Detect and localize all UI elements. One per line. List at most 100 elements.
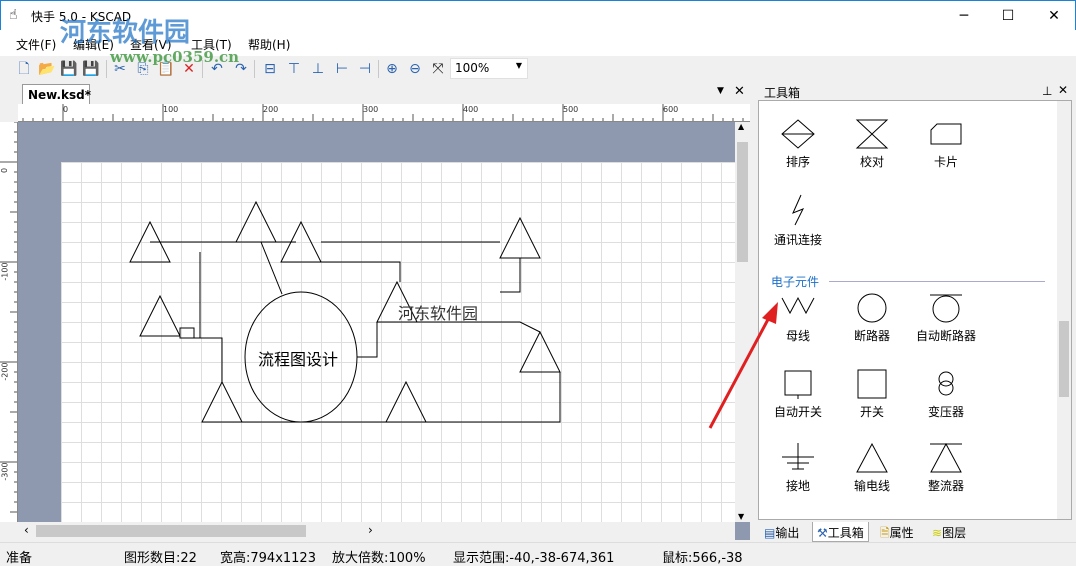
diagram[interactable]: [18, 122, 735, 522]
connector-line: [179, 252, 201, 339]
tab-list-icon[interactable]: ▼: [717, 86, 724, 96]
close-panel-icon[interactable]: ✕: [1058, 83, 1068, 97]
ruler-label: 600: [663, 105, 679, 114]
zoom-value: 100%: [455, 61, 490, 75]
tool-transformer[interactable]: 变压器: [911, 369, 981, 420]
tab-label: 工具箱: [827, 526, 864, 540]
drawing-canvas[interactable]: 流程图设计 河东软件园: [18, 122, 735, 522]
fit-icon[interactable]: ⤧: [428, 59, 448, 79]
layers-icon: ≋: [932, 526, 943, 540]
align-left-icon[interactable]: ⊢: [332, 59, 352, 79]
menu-file[interactable]: 文件(F): [16, 36, 56, 53]
tool-card[interactable]: 卡片: [911, 119, 981, 170]
tool-switch[interactable]: 开关: [837, 369, 907, 420]
tool-label: 卡片: [933, 155, 958, 169]
close-button[interactable]: ✕: [1031, 1, 1076, 31]
status-zoom: 放大倍数:100%: [332, 551, 426, 566]
scroll-thumb[interactable]: [737, 142, 748, 262]
tool-label: 接地: [785, 479, 810, 493]
tab-label: 输出: [775, 526, 800, 540]
minimize-button[interactable]: ─: [941, 1, 987, 31]
panel-title: 工具箱: [764, 86, 801, 100]
scroll-right-icon[interactable]: ›: [368, 523, 373, 537]
tab-new-ksd[interactable]: New.ksd*: [22, 84, 91, 104]
ellipse-label[interactable]: 流程图设计: [258, 346, 338, 370]
horizontal-scrollbar[interactable]: ‹ ›: [18, 522, 735, 540]
tab-toolbox[interactable]: ⚒工具箱: [812, 522, 869, 542]
align-top-icon[interactable]: ⊤: [284, 59, 304, 79]
tool-label: 断路器: [853, 329, 890, 343]
separator: [254, 60, 255, 78]
output-icon: ▤: [764, 526, 776, 540]
zoom-out-icon[interactable]: ⊖: [405, 59, 425, 79]
ruler-label: 300: [363, 105, 379, 114]
scroll-thumb[interactable]: [36, 525, 306, 537]
ruler-label: 500: [563, 105, 579, 114]
tool-breaker[interactable]: 断路器: [837, 293, 907, 344]
watermark-url: www.pc0359.cn: [110, 48, 240, 66]
save-all-icon[interactable]: 💾: [81, 59, 101, 79]
ruler-label: 100: [163, 105, 179, 114]
tool-label: 整流器: [927, 479, 964, 493]
zoom-select[interactable]: 100% ▼: [450, 58, 528, 79]
tab-properties[interactable]: 🗎属性: [876, 522, 918, 542]
new-icon[interactable]: 🗋: [14, 59, 34, 79]
tool-label: 排序: [785, 155, 810, 169]
menu-help[interactable]: 帮助(H): [248, 36, 290, 53]
watermark-logo: 河东软件园: [60, 18, 191, 48]
connector-line: [202, 372, 561, 423]
panel-tabs: ▤输出 ⚒工具箱 🗎属性 ≋图层: [758, 522, 1072, 542]
tool-auto-breaker[interactable]: 自动断路器: [911, 293, 981, 344]
tab-layers[interactable]: ≋图层: [928, 522, 970, 542]
save-icon[interactable]: 💾: [59, 59, 79, 79]
ruler-label: -200: [0, 362, 10, 381]
vertical-ruler: 0 -100 -200 -300: [0, 122, 18, 522]
status-size: 宽高:794x1123: [220, 551, 316, 566]
separator: [378, 60, 379, 78]
tool-label: 开关: [859, 405, 884, 419]
ruler-ticks: [22, 104, 744, 121]
status-bar: 准备 图形数目:22 宽高:794x1123 放大倍数:100% 显示范围:-4…: [0, 542, 1076, 566]
tool-label: 自动断路器: [915, 329, 976, 343]
scroll-down-icon[interactable]: ▼: [738, 512, 744, 521]
ruler-label: 0: [63, 105, 69, 114]
ruler-label: 0: [0, 167, 10, 174]
tool-rectifier[interactable]: 整流器: [911, 443, 981, 494]
section-divider: [829, 281, 1045, 282]
tab-output[interactable]: ▤输出: [760, 522, 803, 542]
align-bottom-icon[interactable]: ⊥: [308, 59, 328, 79]
separator: [106, 60, 107, 78]
tool-label: 校对: [859, 155, 884, 169]
triangle-shape: [201, 380, 243, 423]
tool-collate[interactable]: 校对: [837, 119, 907, 170]
maximize-button[interactable]: ☐: [985, 1, 1031, 31]
close-doc-icon[interactable]: ✕: [734, 84, 745, 99]
text-label[interactable]: 河东软件园: [398, 300, 478, 324]
toolbox-panel: 排序 校对 卡片 通讯连接 电子元件 母线 断路器 自动断路器 自动开关 开关 …: [758, 100, 1072, 520]
pin-icon[interactable]: ⊥: [1042, 84, 1052, 98]
tool-sort[interactable]: 排序: [763, 119, 833, 170]
tool-comm-link[interactable]: 通讯连接: [763, 193, 833, 248]
connector-line: [260, 241, 283, 295]
scroll-up-icon[interactable]: ▲: [738, 122, 744, 131]
scroll-thumb[interactable]: [1059, 321, 1069, 397]
red-arrow-annotation: [708, 302, 778, 429]
scroll-left-icon[interactable]: ‹: [24, 523, 29, 537]
tool-label: 输电线: [853, 479, 890, 493]
align-center-icon[interactable]: ⊟: [260, 59, 280, 79]
zoom-in-icon[interactable]: ⊕: [382, 59, 402, 79]
ruler-label: -100: [0, 262, 10, 281]
open-icon[interactable]: 📂: [37, 59, 57, 79]
ruler-label: 400: [463, 105, 479, 114]
corner: [735, 522, 750, 540]
panel-scrollbar[interactable]: [1057, 101, 1071, 519]
align-right-icon[interactable]: ⊣: [355, 59, 375, 79]
triangle-shape: [139, 294, 181, 337]
connector-line: [200, 337, 223, 382]
tool-ground[interactable]: 接地: [763, 443, 833, 494]
status-mouse: 鼠标:566,-38: [662, 551, 743, 566]
section-electronic: 电子元件: [771, 275, 820, 289]
triangle-shape: [519, 330, 561, 373]
tool-power-line[interactable]: 输电线: [837, 443, 907, 494]
connector-line: [500, 258, 521, 293]
